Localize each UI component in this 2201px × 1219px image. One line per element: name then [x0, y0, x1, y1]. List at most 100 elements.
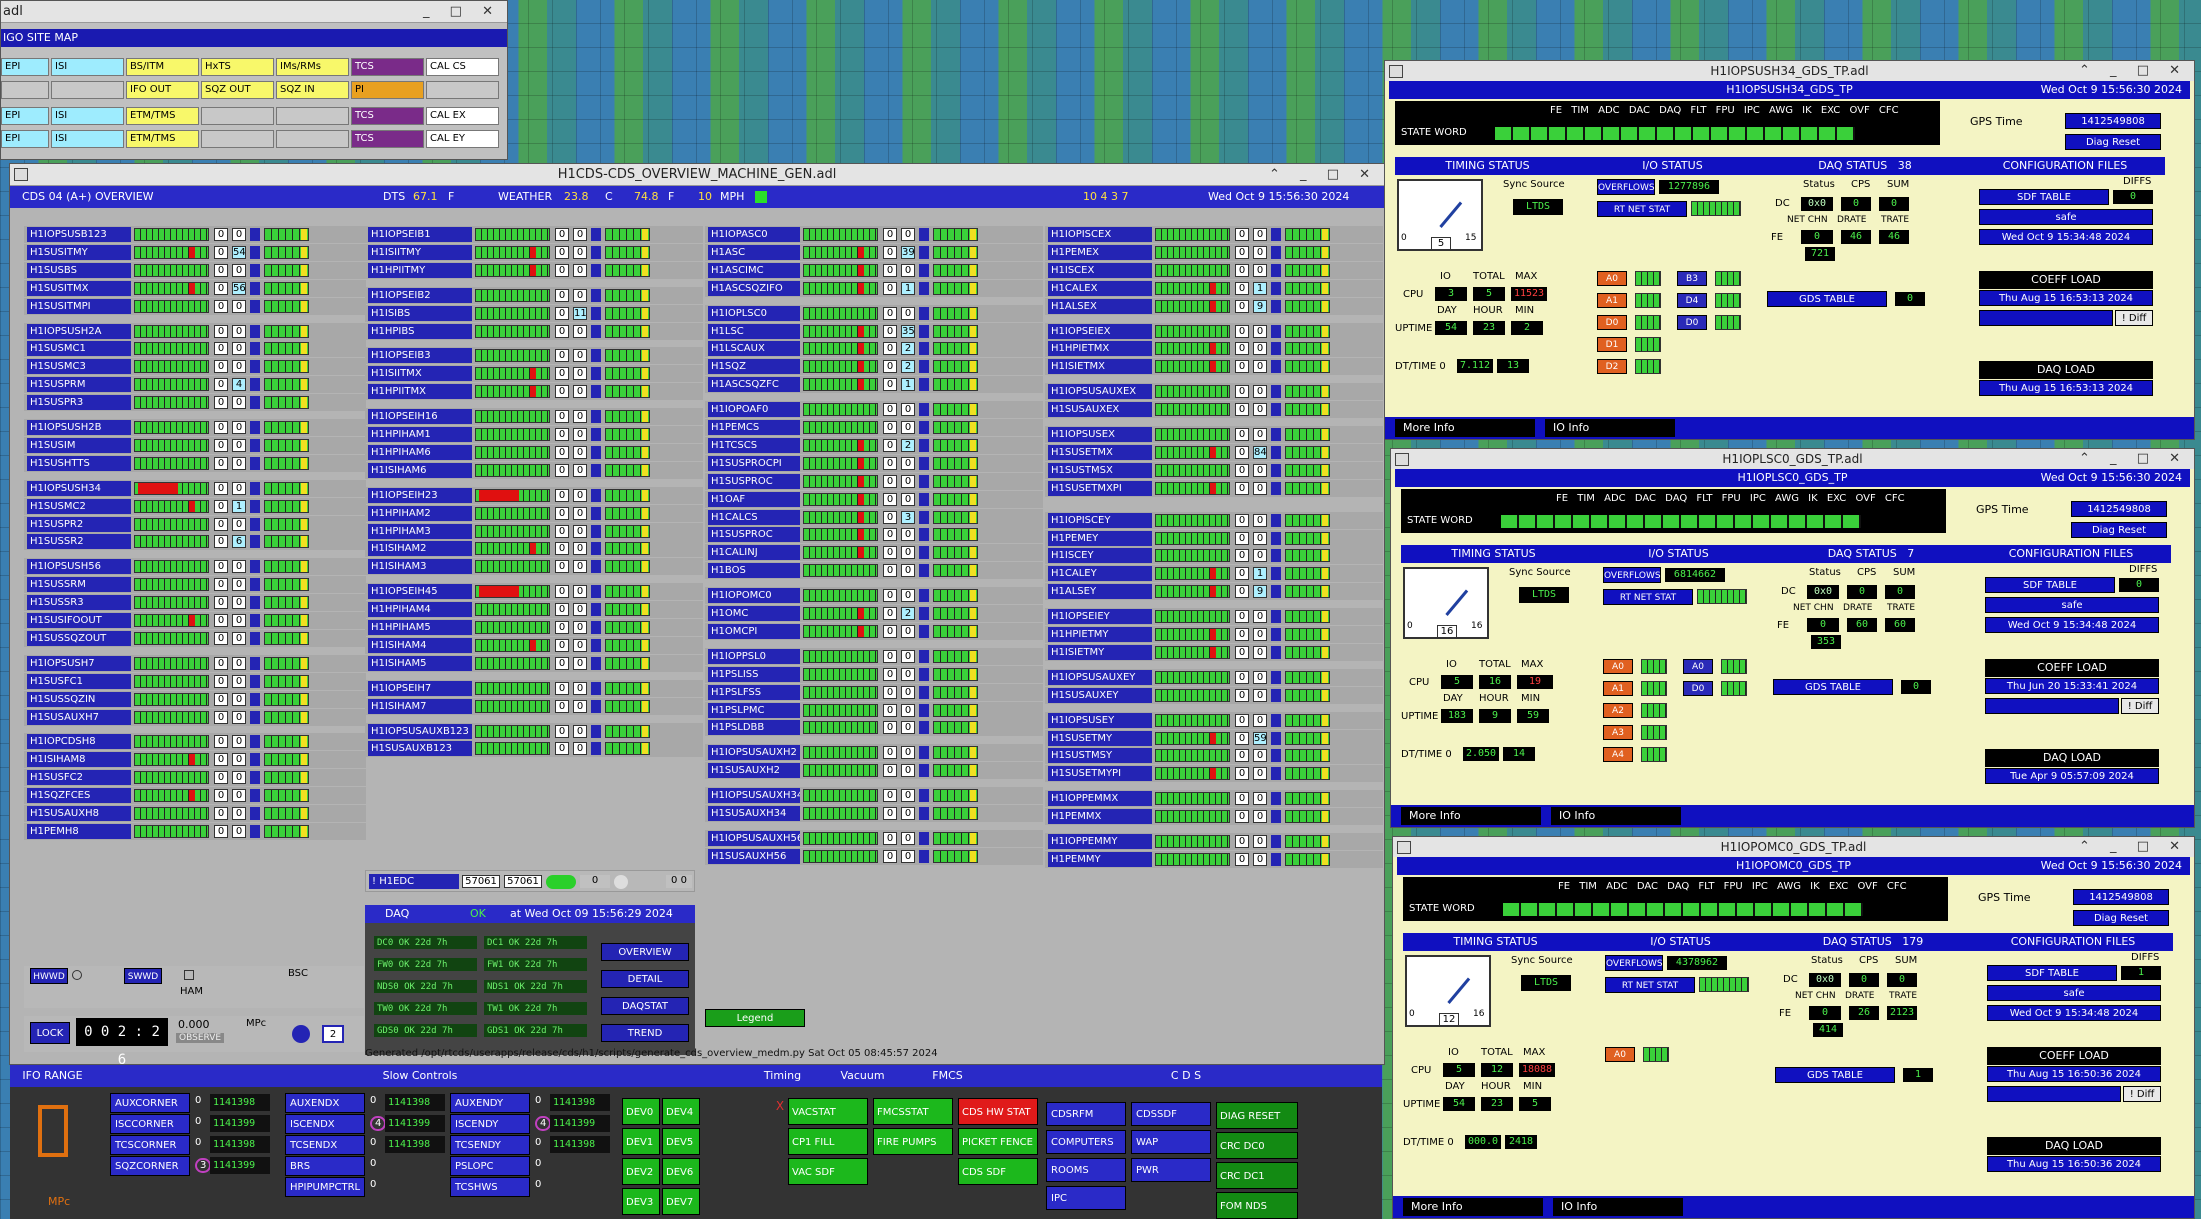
adc-button[interactable]: A1 — [1597, 293, 1627, 308]
model-name-button[interactable]: H1SUSSR2 — [27, 534, 131, 550]
model-name-button[interactable]: H1HPIHAM5 — [368, 620, 472, 635]
model-name-button[interactable]: H1IOPSEIB1 — [368, 227, 472, 242]
site-map-titlebar[interactable]: adl _ □ ✕ — [1, 1, 507, 23]
model-name-button[interactable]: H1IOPSUSAUXH34 — [708, 788, 800, 804]
model-name-button[interactable]: H1PEMCS — [708, 420, 800, 435]
adc-button[interactable]: D0 — [1597, 315, 1627, 330]
adc-button[interactable]: A0 — [1597, 271, 1627, 286]
cds-nav-button[interactable]: COMPUTERS — [1046, 1130, 1126, 1154]
model-name-button[interactable]: H1PEMH8 — [27, 823, 131, 839]
model-name-button[interactable]: H1SUSPR3 — [27, 395, 131, 411]
daq-daqstat-button[interactable]: DAQSTAT — [601, 997, 689, 1015]
model-name-button[interactable]: H1PEMMY — [1048, 851, 1152, 867]
model-name-button[interactable]: H1PEMMX — [1048, 809, 1152, 825]
model-name-button[interactable]: H1SUSMC3 — [27, 359, 131, 375]
slow-controls-button[interactable]: PSLOPC — [450, 1156, 530, 1176]
slow-controls-button[interactable]: TCSENDX — [285, 1135, 365, 1155]
window-controls[interactable]: _ □ ✕ — [423, 1, 501, 23]
diff-button[interactable]: ! Diff — [2121, 698, 2159, 714]
slow-controls-button[interactable]: BRS — [285, 1156, 365, 1176]
model-name-button[interactable]: H1CALEY — [1048, 566, 1152, 582]
model-name-button[interactable]: H1IOPSUSAUXEX — [1048, 384, 1152, 400]
model-name-button[interactable]: H1ASCSQZIFO — [708, 280, 800, 296]
model-name-button[interactable]: H1SUSAUXH34 — [708, 806, 800, 821]
diag-button[interactable]: CRC DC1 — [1216, 1162, 1298, 1189]
sitemap-button[interactable]: IFO OUT — [126, 81, 199, 99]
window-controls[interactable]: ⌃ _ □ ✕ — [2079, 61, 2188, 81]
dac-button[interactable]: B3 — [1677, 271, 1707, 286]
dev-button[interactable]: DEV6 — [662, 1158, 700, 1185]
legend-button[interactable]: Legend — [705, 1009, 805, 1027]
sitemap-button[interactable]: HxTS — [201, 58, 274, 76]
model-name-button[interactable]: H1HPIHAM3 — [368, 523, 472, 539]
model-name-button[interactable]: H1SUSBS — [27, 262, 131, 278]
sdf-table-button[interactable]: SDF TABLE — [1987, 965, 2117, 981]
model-name-button[interactable]: H1HPIETMY — [1048, 627, 1152, 642]
model-name-button[interactable]: H1SUSHTTS — [27, 455, 131, 471]
model-name-button[interactable]: H1SUSSQZOUT — [27, 630, 131, 646]
sitemap-button[interactable] — [51, 81, 124, 99]
dev-button[interactable]: DEV3 — [622, 1188, 660, 1215]
adc-button[interactable]: A3 — [1603, 725, 1633, 740]
model-name-button[interactable]: H1HPIITMY — [368, 262, 472, 278]
sitemap-button[interactable]: PI — [351, 81, 424, 99]
model-name-button[interactable]: H1SUSAUXEY — [1048, 687, 1152, 703]
overview-titlebar[interactable]: H1CDS-CDS_OVERVIEW_MACHINE_GEN.adl ⌃ _ □ … — [10, 164, 1384, 186]
model-name-button[interactable]: H1IOPSEIH7 — [368, 680, 472, 696]
slow-controls-button[interactable]: AUXENDY — [450, 1093, 530, 1113]
model-name-button[interactable]: H1SUSITMX — [27, 280, 131, 296]
model-name-button[interactable]: H1SUSSR3 — [27, 595, 131, 611]
vacuum-button[interactable]: VAC SDF — [788, 1158, 868, 1185]
rt-net-stat-button[interactable]: RT NET STAT — [1603, 589, 1693, 605]
model-name-button[interactable]: H1PSLPMC — [708, 702, 800, 718]
model-name-button[interactable]: H1LSCAUX — [708, 341, 800, 357]
cds-nav-button[interactable]: ROOMS — [1046, 1158, 1126, 1182]
sitemap-button[interactable]: CAL EX — [426, 107, 499, 125]
daq-detail-button[interactable]: DETAIL — [601, 970, 689, 988]
sdf-table-button[interactable]: SDF TABLE — [1979, 189, 2109, 205]
cds-nav-button[interactable]: CDSRFM — [1046, 1102, 1126, 1126]
model-name-button[interactable]: H1SUSETMX — [1048, 444, 1152, 460]
dev-button[interactable]: DEV1 — [622, 1128, 660, 1155]
model-name-button[interactable]: H1SUSETMXPI — [1048, 480, 1152, 496]
model-name-button[interactable]: H1ALSEY — [1048, 584, 1152, 600]
cds-nav-button[interactable]: PWR — [1131, 1158, 1211, 1182]
model-name-button[interactable]: H1IOPCDSH8 — [27, 734, 131, 750]
model-name-button[interactable]: H1IOPSUSH7 — [27, 655, 131, 671]
model-name-button[interactable]: H1SUSAUXH2 — [708, 763, 800, 779]
window-controls[interactable]: ⌃ _ □ ✕ — [2079, 837, 2188, 857]
model-name-button[interactable]: H1IOPSUSH2B — [27, 420, 131, 435]
slow-controls-button[interactable]: AUXENDX — [285, 1093, 365, 1113]
more-info-button[interactable]: More Info — [1401, 807, 1541, 825]
diff-button[interactable]: ! Diff — [2123, 1086, 2161, 1102]
model-name-button[interactable]: H1SUSSQZIN — [27, 691, 131, 707]
model-name-button[interactable]: H1SUSPROC — [708, 527, 800, 543]
diag-button[interactable]: FOM NDS — [1216, 1192, 1298, 1219]
model-name-button[interactable]: H1ISIHAM4 — [368, 637, 472, 653]
model-name-button[interactable]: H1IOPSEIEX — [1048, 323, 1152, 339]
sitemap-button[interactable] — [201, 130, 274, 148]
model-name-button[interactable]: H1PEMEX — [1048, 244, 1152, 260]
io-info-button[interactable]: IO Info — [1545, 419, 1675, 437]
model-name-button[interactable]: H1HPIBS — [368, 323, 472, 339]
sitemap-button[interactable]: TCS — [351, 130, 424, 148]
model-name-button[interactable]: H1OAF — [708, 491, 800, 507]
window-menu-icon[interactable] — [1389, 65, 1403, 78]
sitemap-button[interactable]: EPI — [1, 130, 49, 148]
adc-button[interactable]: A2 — [1603, 703, 1633, 718]
cds-nav-button[interactable]: IPC — [1046, 1186, 1126, 1210]
diag-reset-button[interactable]: Diag Reset — [2071, 522, 2167, 538]
cds-nav-button[interactable]: WAP — [1131, 1130, 1211, 1154]
sitemap-button[interactable] — [426, 81, 499, 99]
lock-button[interactable]: LOCK — [30, 1022, 70, 1044]
diag-reset-button[interactable]: Diag Reset — [2065, 134, 2161, 150]
model-name-button[interactable]: H1IOPPEMMX — [1048, 791, 1152, 807]
model-name-button[interactable]: H1SUSAUXH7 — [27, 709, 131, 725]
model-name-button[interactable]: H1IOPSUSEX — [1048, 427, 1152, 442]
sitemap-button[interactable]: ISI — [51, 130, 124, 148]
model-name-button[interactable]: H1HPIITMX — [368, 384, 472, 400]
model-name-button[interactable]: H1IOPSUSEY — [1048, 712, 1152, 728]
gds-table-button[interactable]: GDS TABLE — [1773, 679, 1893, 695]
rt-net-stat-button[interactable]: RT NET STAT — [1597, 201, 1687, 217]
model-name-button[interactable]: H1IOPSEIH23 — [368, 487, 472, 503]
